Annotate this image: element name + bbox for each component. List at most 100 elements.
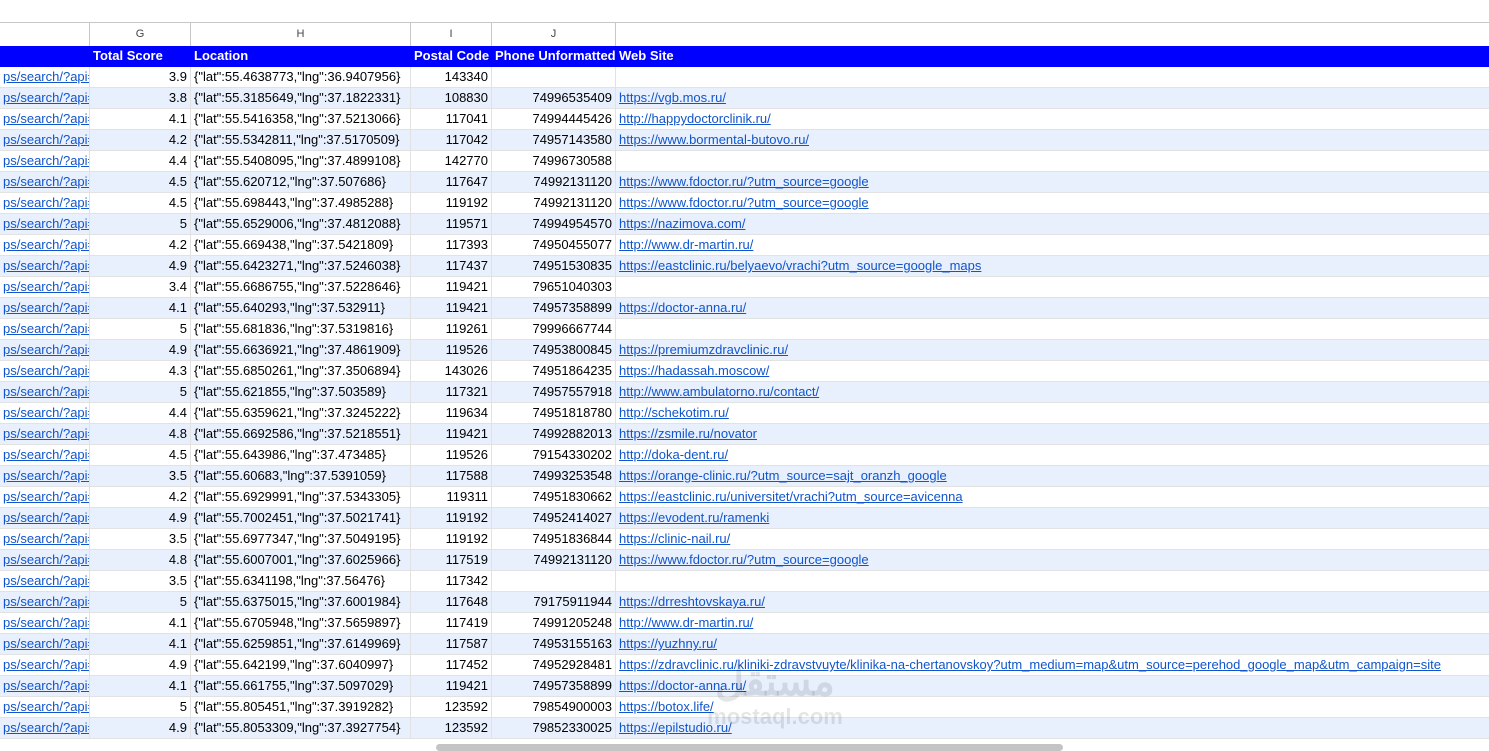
- web-site-cell[interactable]: https://zsmile.ru/novator: [616, 424, 1489, 444]
- total-score-cell[interactable]: 4.9: [90, 256, 191, 276]
- location-cell[interactable]: {"lat":55.6977347,"lng":37.5049195}: [191, 529, 411, 549]
- phone-cell[interactable]: 74953155163: [492, 634, 616, 654]
- total-score-cell[interactable]: 3.5: [90, 466, 191, 486]
- url-cell[interactable]: ps/search/?api=: [0, 382, 90, 402]
- location-cell[interactable]: {"lat":55.681836,"lng":37.5319816}: [191, 319, 411, 339]
- url-cell[interactable]: ps/search/?api=: [0, 676, 90, 696]
- location-cell[interactable]: {"lat":55.6705948,"lng":37.5659897}: [191, 613, 411, 633]
- postal-code-cell[interactable]: 119526: [411, 340, 492, 360]
- phone-cell[interactable]: 74953800845: [492, 340, 616, 360]
- location-cell[interactable]: {"lat":55.5408095,"lng":37.4899108}: [191, 151, 411, 171]
- phone-cell[interactable]: 74994954570: [492, 214, 616, 234]
- web-site-cell[interactable]: http://schekotim.ru/: [616, 403, 1489, 423]
- url-cell[interactable]: ps/search/?api=: [0, 214, 90, 234]
- total-score-cell[interactable]: 4.4: [90, 403, 191, 423]
- phone-cell[interactable]: 74957143580: [492, 130, 616, 150]
- postal-code-cell[interactable]: 108830: [411, 88, 492, 108]
- location-cell[interactable]: {"lat":55.6850261,"lng":37.3506894}: [191, 361, 411, 381]
- postal-code-cell[interactable]: 117042: [411, 130, 492, 150]
- total-score-cell[interactable]: 4.1: [90, 298, 191, 318]
- location-cell[interactable]: {"lat":55.669438,"lng":37.5421809}: [191, 235, 411, 255]
- phone-cell[interactable]: 74993253548: [492, 466, 616, 486]
- location-cell[interactable]: {"lat":55.5342811,"lng":37.5170509}: [191, 130, 411, 150]
- postal-code-cell[interactable]: 119192: [411, 529, 492, 549]
- web-site-cell[interactable]: https://doctor-anna.ru/: [616, 298, 1489, 318]
- postal-code-cell[interactable]: 123592: [411, 697, 492, 717]
- postal-code-cell[interactable]: 117452: [411, 655, 492, 675]
- url-cell[interactable]: ps/search/?api=: [0, 193, 90, 213]
- postal-code-cell[interactable]: 119192: [411, 508, 492, 528]
- location-cell[interactable]: {"lat":55.6259851,"lng":37.6149969}: [191, 634, 411, 654]
- total-score-cell[interactable]: 4.2: [90, 235, 191, 255]
- phone-cell[interactable]: 74992131120: [492, 550, 616, 570]
- postal-code-cell[interactable]: 117647: [411, 172, 492, 192]
- total-score-cell[interactable]: 4.1: [90, 676, 191, 696]
- url-cell[interactable]: ps/search/?api=: [0, 508, 90, 528]
- location-cell[interactable]: {"lat":55.6529006,"lng":37.4812088}: [191, 214, 411, 234]
- location-cell[interactable]: {"lat":55.6359621,"lng":37.3245222}: [191, 403, 411, 423]
- postal-code-cell[interactable]: 143026: [411, 361, 492, 381]
- total-score-cell[interactable]: 5: [90, 592, 191, 612]
- phone-cell[interactable]: 74957358899: [492, 298, 616, 318]
- location-cell[interactable]: {"lat":55.8053309,"lng":37.3927754}: [191, 718, 411, 738]
- postal-code-cell[interactable]: 117648: [411, 592, 492, 612]
- header-cell-total-score[interactable]: Total Score: [90, 46, 191, 66]
- url-cell[interactable]: ps/search/?api=: [0, 235, 90, 255]
- header-cell-location[interactable]: Location: [191, 46, 411, 66]
- location-cell[interactable]: {"lat":55.642199,"lng":37.6040997}: [191, 655, 411, 675]
- url-cell[interactable]: ps/search/?api=: [0, 592, 90, 612]
- phone-cell[interactable]: 79651040303: [492, 277, 616, 297]
- location-cell[interactable]: {"lat":55.5416358,"lng":37.5213066}: [191, 109, 411, 129]
- web-site-cell[interactable]: https://eastclinic.ru/belyaevo/vrachi?ut…: [616, 256, 1489, 276]
- url-cell[interactable]: ps/search/?api=: [0, 466, 90, 486]
- header-cell-web-site[interactable]: Web Site: [616, 46, 1489, 66]
- postal-code-cell[interactable]: 117437: [411, 256, 492, 276]
- postal-code-cell[interactable]: 119571: [411, 214, 492, 234]
- column-header-h[interactable]: H: [191, 23, 411, 46]
- url-cell[interactable]: ps/search/?api=: [0, 109, 90, 129]
- url-cell[interactable]: ps/search/?api=: [0, 445, 90, 465]
- location-cell[interactable]: {"lat":55.640293,"lng":37.532911}: [191, 298, 411, 318]
- phone-cell[interactable]: 74992131120: [492, 172, 616, 192]
- postal-code-cell[interactable]: 117519: [411, 550, 492, 570]
- postal-code-cell[interactable]: 119421: [411, 424, 492, 444]
- phone-cell[interactable]: 74951818780: [492, 403, 616, 423]
- total-score-cell[interactable]: 4.5: [90, 193, 191, 213]
- total-score-cell[interactable]: 4.1: [90, 613, 191, 633]
- location-cell[interactable]: {"lat":55.805451,"lng":37.3919282}: [191, 697, 411, 717]
- column-header-f[interactable]: [0, 23, 90, 46]
- postal-code-cell[interactable]: 117419: [411, 613, 492, 633]
- postal-code-cell[interactable]: 119192: [411, 193, 492, 213]
- postal-code-cell[interactable]: 117342: [411, 571, 492, 591]
- web-site-cell[interactable]: http://www.dr-martin.ru/: [616, 235, 1489, 255]
- location-cell[interactable]: {"lat":55.6341198,"lng":37.56476}: [191, 571, 411, 591]
- total-score-cell[interactable]: 4.5: [90, 172, 191, 192]
- phone-cell[interactable]: 74992882013: [492, 424, 616, 444]
- phone-cell[interactable]: 79996667744: [492, 319, 616, 339]
- web-site-cell[interactable]: [616, 67, 1489, 87]
- header-cell-phone[interactable]: Phone Unformatted: [492, 46, 616, 66]
- url-cell[interactable]: ps/search/?api=: [0, 634, 90, 654]
- postal-code-cell[interactable]: 143340: [411, 67, 492, 87]
- phone-cell[interactable]: 74951530835: [492, 256, 616, 276]
- phone-cell[interactable]: 74992131120: [492, 193, 616, 213]
- postal-code-cell[interactable]: 117588: [411, 466, 492, 486]
- location-cell[interactable]: {"lat":55.661755,"lng":37.5097029}: [191, 676, 411, 696]
- phone-cell[interactable]: 74996535409: [492, 88, 616, 108]
- location-cell[interactable]: {"lat":55.4638773,"lng":36.9407956}: [191, 67, 411, 87]
- total-score-cell[interactable]: 3.5: [90, 571, 191, 591]
- location-cell[interactable]: {"lat":55.621855,"lng":37.503589}: [191, 382, 411, 402]
- url-cell[interactable]: ps/search/?api=: [0, 151, 90, 171]
- total-score-cell[interactable]: 4.9: [90, 340, 191, 360]
- postal-code-cell[interactable]: 119261: [411, 319, 492, 339]
- web-site-cell[interactable]: https://botox.life/: [616, 697, 1489, 717]
- total-score-cell[interactable]: 4.8: [90, 550, 191, 570]
- web-site-cell[interactable]: http://doka-dent.ru/: [616, 445, 1489, 465]
- web-site-cell[interactable]: http://www.ambulatorno.ru/contact/: [616, 382, 1489, 402]
- phone-cell[interactable]: 74952414027: [492, 508, 616, 528]
- web-site-cell[interactable]: https://yuzhny.ru/: [616, 634, 1489, 654]
- url-cell[interactable]: ps/search/?api=: [0, 361, 90, 381]
- web-site-cell[interactable]: https://vgb.mos.ru/: [616, 88, 1489, 108]
- url-cell[interactable]: ps/search/?api=: [0, 319, 90, 339]
- total-score-cell[interactable]: 4.2: [90, 130, 191, 150]
